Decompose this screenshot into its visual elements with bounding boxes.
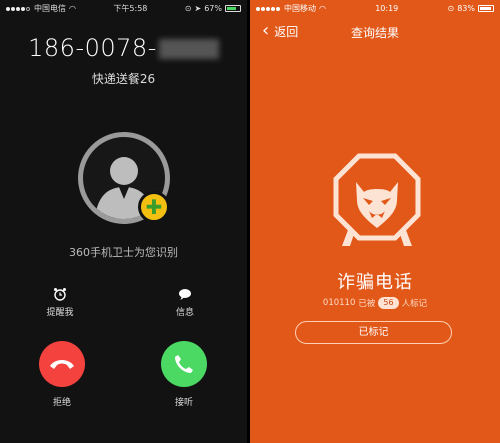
status-time: 下午5:58 — [113, 3, 148, 13]
battery-icon — [224, 4, 241, 12]
verdict-label: 诈骗电话 — [337, 272, 413, 293]
redacted-digits — [158, 39, 219, 59]
decline-label: 拒绝 — [52, 398, 71, 408]
status-bar: 中国电信 ◠ 下午5:58 ⊙ ➤ 67% — [0, 0, 247, 16]
caller-number: 186-0078- — [0, 34, 247, 62]
alarm-icon — [54, 288, 66, 301]
phone-number-text: 010110 — [322, 298, 356, 308]
wifi-icon: ◠ — [69, 3, 76, 13]
message-label: 信息 — [175, 308, 194, 318]
location-icon: ➤ — [194, 3, 202, 13]
hangup-icon — [50, 360, 74, 369]
identify-text: 360手机卫士为您识别 — [69, 246, 178, 259]
battery-percent: 67% — [204, 3, 222, 13]
query-result-screen: 中国移动 ◠ 10:19 ⊙ 83% ‹ 返回 查询结果 诈骗电话 010110… — [250, 0, 500, 443]
marked-button[interactable]: 已标记 — [295, 321, 452, 344]
devil-shield-icon — [332, 152, 422, 248]
caller-number-text: 186-0078- — [28, 34, 157, 62]
page-title: 查询结果 — [350, 26, 399, 40]
phone-icon — [175, 355, 193, 373]
status-time: 10:19 — [375, 3, 399, 13]
plus-icon: ✚ — [145, 195, 163, 219]
incoming-call-screen: 中国电信 ◠ 下午5:58 ⊙ ➤ 67% 186-0078- 快递送餐26 ✚ — [0, 0, 247, 443]
signal-icon — [256, 4, 281, 13]
lock-rotation-icon: ⊙ — [184, 3, 192, 13]
marked-count-badge: 56 — [378, 297, 399, 309]
battery-percent: 83% — [457, 3, 475, 13]
nav-bar: ‹ 返回 查询结果 — [250, 20, 500, 44]
accept-button[interactable] — [161, 341, 207, 387]
carrier-name: 中国电信 — [34, 3, 66, 13]
remind-me-button[interactable]: 提醒我 — [30, 287, 90, 318]
message-icon — [179, 289, 191, 300]
decline-button[interactable] — [39, 341, 85, 387]
lock-rotation-icon: ⊙ — [447, 3, 455, 13]
carrier-name: 中国移动 — [284, 3, 316, 13]
add-contact-badge[interactable]: ✚ — [138, 191, 170, 223]
marked-suffix: 人标记 — [401, 299, 428, 309]
mark-count-line: 010110 已被 56 人标记 — [250, 297, 500, 309]
remind-label: 提醒我 — [46, 308, 74, 318]
marked-prefix: 已被 — [358, 299, 376, 309]
battery-icon — [478, 4, 494, 12]
wifi-icon: ◠ — [319, 3, 326, 13]
signal-icon — [6, 4, 31, 13]
caller-tag: 快递送餐26 — [91, 72, 156, 86]
message-button[interactable]: 信息 — [155, 287, 215, 318]
status-bar: 中国移动 ◠ 10:19 ⊙ 83% — [250, 0, 500, 16]
accept-label: 接听 — [174, 398, 193, 408]
